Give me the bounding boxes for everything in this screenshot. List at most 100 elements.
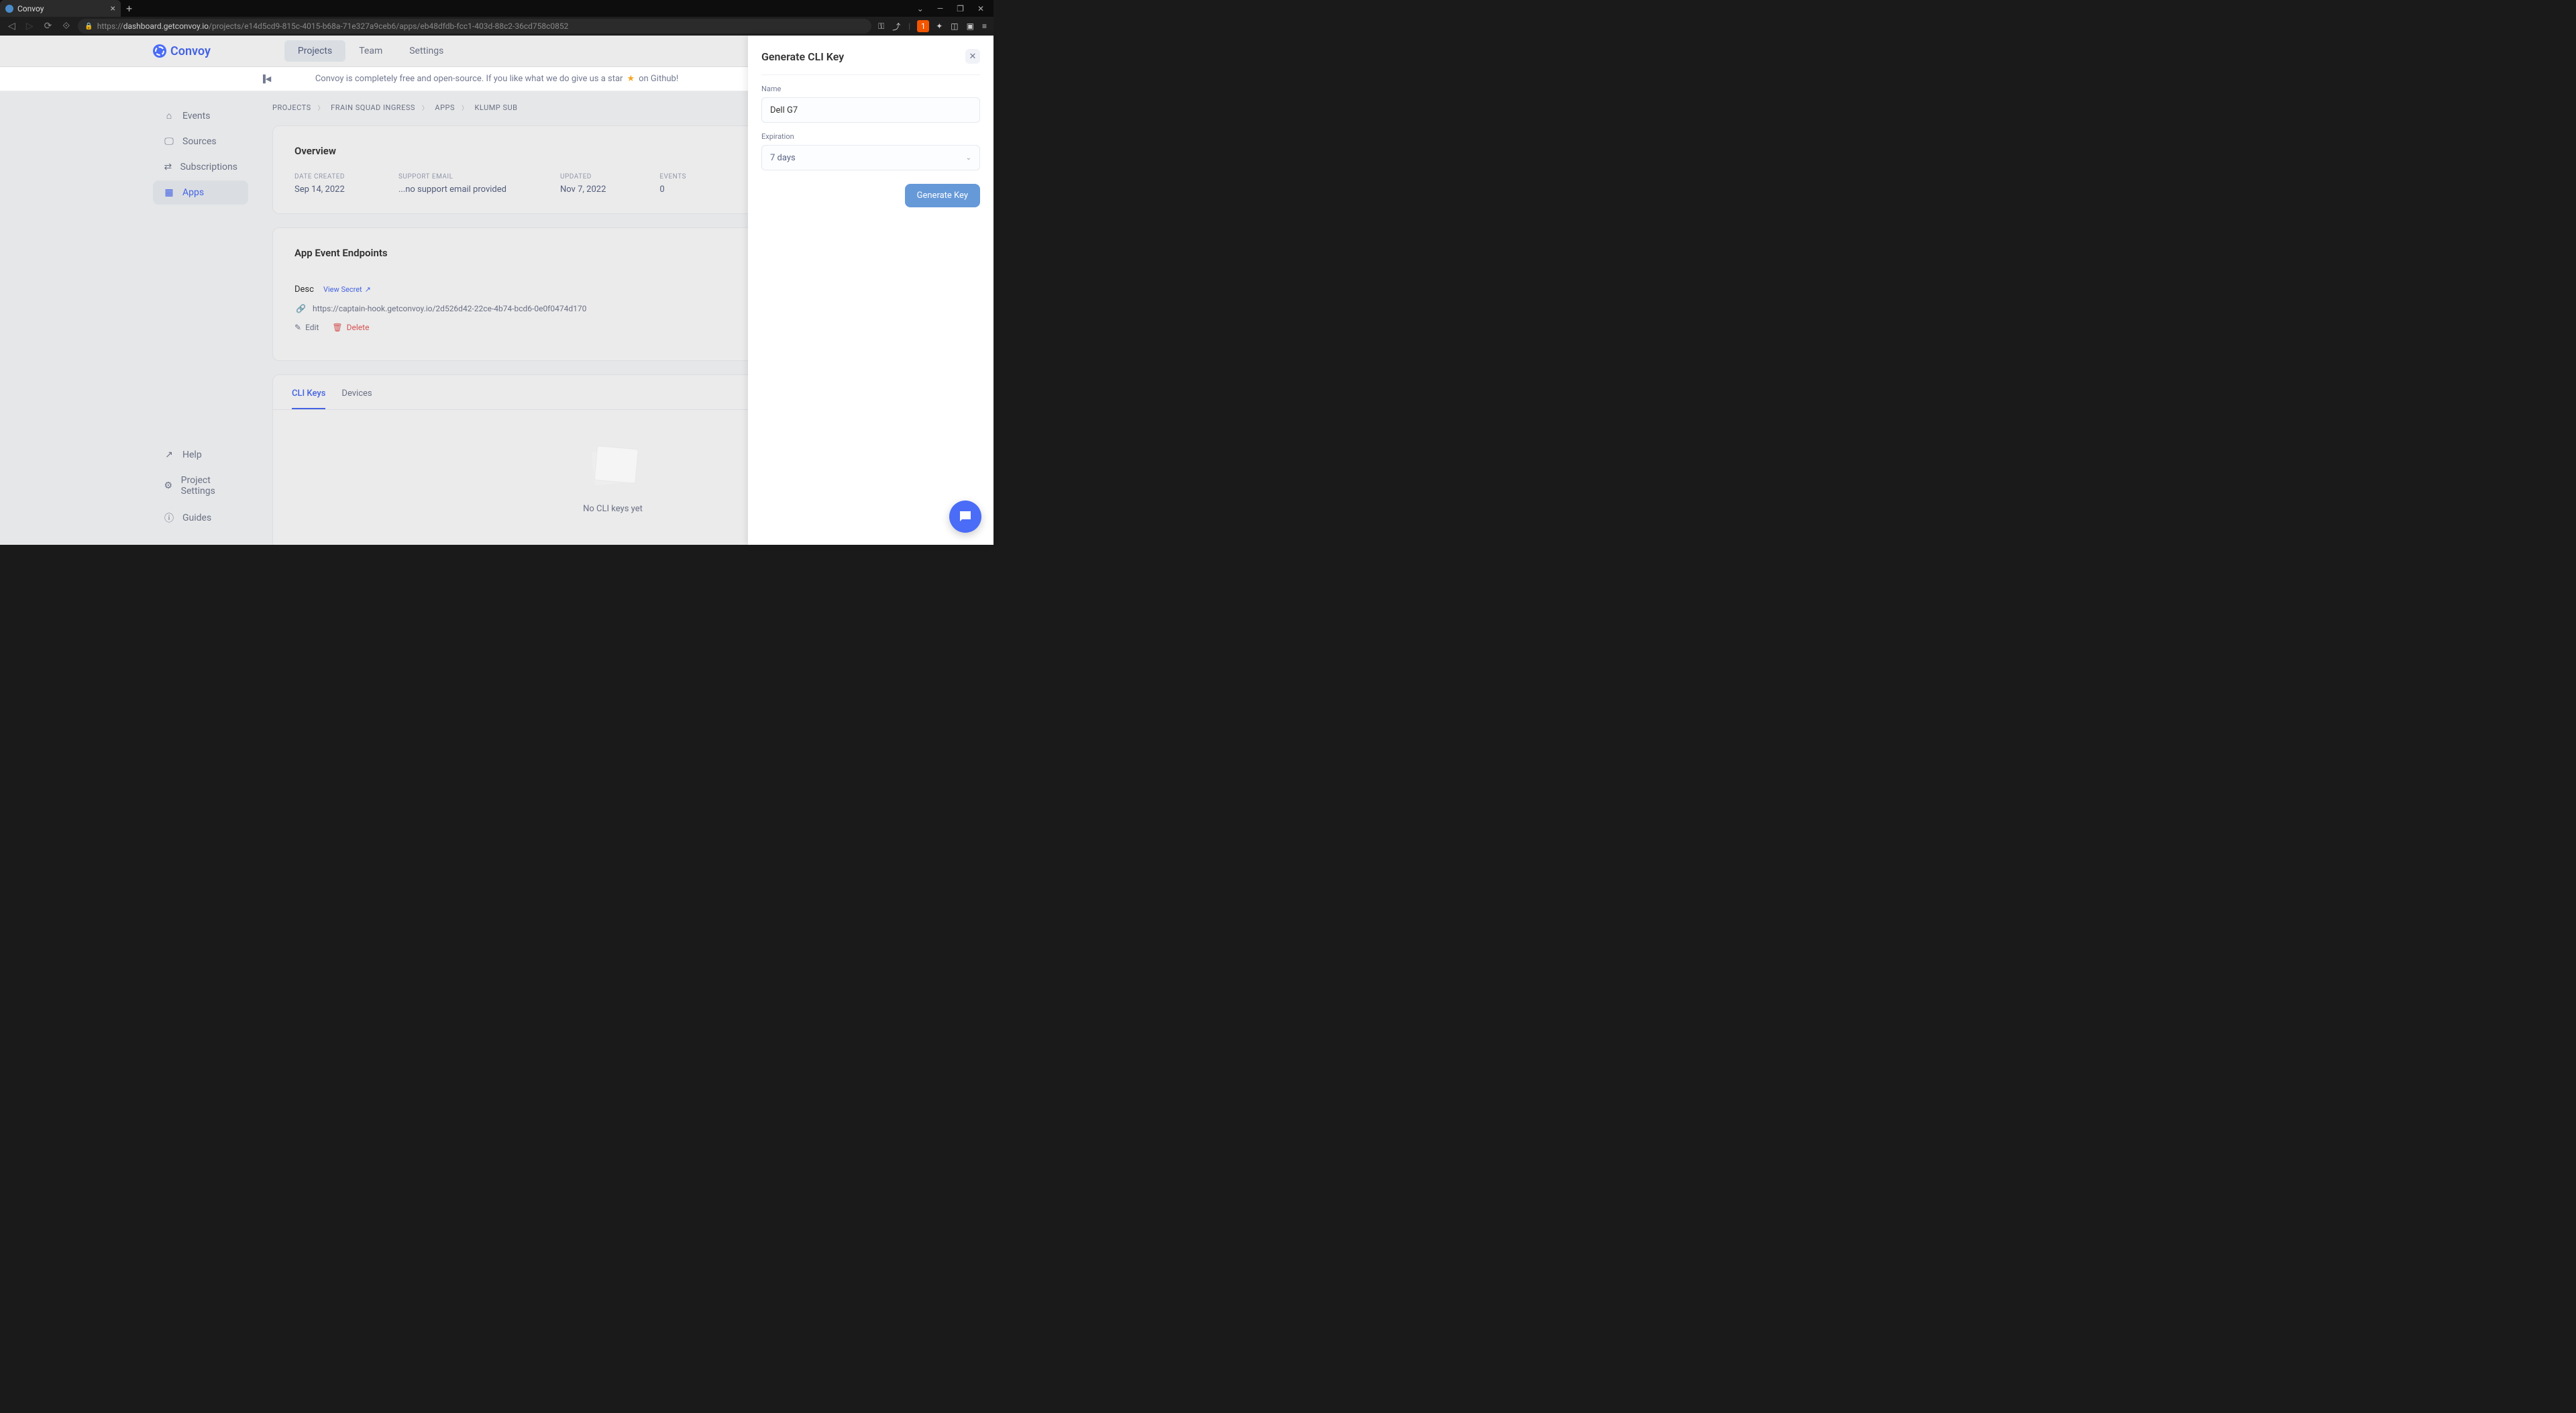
overview-support-email: SUPPORT EMAIL ...no support email provid… [398,173,506,195]
nav-projects[interactable]: Projects [284,40,345,62]
share-icon[interactable]: ⤴ [891,21,902,32]
brave-shields-icon[interactable]: 1 [917,20,929,32]
breadcrumb-projects[interactable]: PROJECTS [272,103,311,112]
name-input[interactable] [761,97,980,123]
bookmark-button[interactable]: ⟐ [60,21,72,32]
menu-icon[interactable]: ≡ [981,21,988,31]
sidebar-item-label: Events [182,111,210,121]
overview-date-created: DATE CREATED Sep 14, 2022 [294,173,345,195]
chat-icon [957,509,973,525]
breadcrumb-project-name[interactable]: FRAIN SQUAD INGRESS [331,103,415,112]
expiration-value: 7 days [770,153,796,163]
info-icon: ⓘ [164,511,174,525]
delete-endpoint-button[interactable]: 🗑 Delete [332,323,369,332]
generate-key-button[interactable]: Generate Key [905,184,980,207]
tab-favicon-icon [5,5,13,13]
sidebar: ⌂ Events 🖵 Sources ⇄ Subscriptions ▦ App… [0,91,260,545]
edit-label: Edit [305,323,319,332]
forward-button[interactable]: ▷ [23,21,36,32]
chat-widget-button[interactable] [949,501,981,533]
logo[interactable]: Convoy [153,44,211,58]
sidebar-item-label: Subscriptions [180,162,237,172]
sidebar-item-label: Sources [182,136,217,147]
endpoint-name: Desc [294,284,314,295]
pencil-icon: ✎ [294,323,301,332]
minimize-icon[interactable]: ― [933,4,947,13]
key-icon[interactable]: ⚿ [877,21,885,32]
overview-value: Nov 7, 2022 [560,185,606,195]
overview-label: UPDATED [560,173,606,180]
close-icon: ✕ [969,52,977,62]
link-icon: 🔗 [296,304,306,313]
browser-chrome: Convoy × + ⌄ ― ❐ ✕ ◁ ▷ ⟳ ⟐ 🔒 https://das… [0,0,994,36]
overview-events: EVENTS 0 [659,173,686,195]
close-window-icon[interactable]: ✕ [973,4,988,13]
sidebar-item-sources[interactable]: 🖵 Sources [153,129,248,154]
drawer-header: Generate CLI Key ✕ [761,49,980,75]
lock-icon: 🔒 [85,23,93,30]
window-controls: ⌄ ― ❐ ✕ [913,4,994,13]
extensions-icon[interactable]: ✦ [934,21,944,31]
overview-label: EVENTS [659,173,686,180]
dropdown-icon[interactable]: ⌄ [913,4,928,13]
overview-label: SUPPORT EMAIL [398,173,506,180]
delete-label: Delete [347,323,370,332]
star-icon: ★ [627,74,635,84]
sidebar-item-project-settings[interactable]: ⚙ Project Settings [153,468,248,503]
browser-tab[interactable]: Convoy × [0,0,121,17]
sidebar-item-apps[interactable]: ▦ Apps [153,180,248,205]
sidepanel-icon[interactable]: ◫ [949,21,959,31]
url-field[interactable]: 🔒 https://dashboard.getconvoy.io/project… [78,19,871,34]
view-secret-button[interactable]: View Secret ↗ [323,285,371,294]
sidebar-item-events[interactable]: ⌂ Events [153,103,248,128]
nav-settings[interactable]: Settings [396,40,457,62]
grid-icon: ▦ [164,187,174,198]
sidebar-item-guides[interactable]: ⓘ Guides [153,505,248,531]
expiration-label: Expiration [761,132,980,141]
sidebar-item-label: Help [182,450,202,460]
wallet-icon[interactable]: ▣ [965,21,975,31]
sidebar-item-subscriptions[interactable]: ⇄ Subscriptions [153,155,248,179]
banner-tail: on Github! [639,74,678,84]
empty-illustration-icon [591,448,634,485]
help-icon: ↗ [164,450,174,460]
endpoint-url: https://captain-hook.getconvoy.io/2d526d… [313,304,586,313]
external-link-icon: ↗ [365,285,371,294]
chevron-down-icon: ⌄ [966,154,971,162]
sidebar-item-label: Guides [182,513,211,523]
breadcrumb-app-name[interactable]: KLUMP SUB [475,103,518,112]
tab-close-icon[interactable]: × [111,3,115,14]
drawer-close-button[interactable]: ✕ [965,49,980,64]
nav-team[interactable]: Team [345,40,396,62]
drawer-title: Generate CLI Key [761,50,844,63]
tab-cli-keys[interactable]: CLI Keys [292,388,325,409]
tab-bar: Convoy × + ⌄ ― ❐ ✕ [0,0,994,17]
top-nav: Projects Team Settings [284,40,457,62]
chevron-right-icon: 〉 [462,103,468,112]
banner-collapse-icon[interactable]: ▐◀ [260,74,271,83]
reload-button[interactable]: ⟳ [42,21,55,32]
banner-text: Convoy is completely free and open-sourc… [315,74,623,84]
overview-value: ...no support email provided [398,185,506,195]
swap-icon: ⇄ [164,162,172,172]
new-tab-button[interactable]: + [121,2,138,15]
gear-icon: ⚙ [164,480,173,491]
back-button[interactable]: ◁ [5,21,18,32]
tab-devices[interactable]: Devices [341,388,372,409]
url-bar: ◁ ▷ ⟳ ⟐ 🔒 https://dashboard.getconvoy.io… [0,17,994,36]
trash-icon: 🗑 [332,323,342,332]
chevron-right-icon: 〉 [422,103,429,112]
overview-value: 0 [659,185,686,195]
home-icon: ⌂ [164,110,174,121]
breadcrumb-apps[interactable]: APPS [435,103,455,112]
logo-icon [153,44,166,58]
sidebar-bottom: ↗ Help ⚙ Project Settings ⓘ Guides [153,443,260,533]
sidebar-item-help[interactable]: ↗ Help [153,443,248,467]
url-text: https://dashboard.getconvoy.io/projects/… [97,21,569,31]
overview-updated: UPDATED Nov 7, 2022 [560,173,606,195]
overview-value: Sep 14, 2022 [294,185,345,195]
logo-text: Convoy [170,44,211,58]
maximize-icon[interactable]: ❐ [953,4,968,13]
edit-endpoint-button[interactable]: ✎ Edit [294,323,319,332]
expiration-select[interactable]: 7 days ⌄ [761,145,980,170]
